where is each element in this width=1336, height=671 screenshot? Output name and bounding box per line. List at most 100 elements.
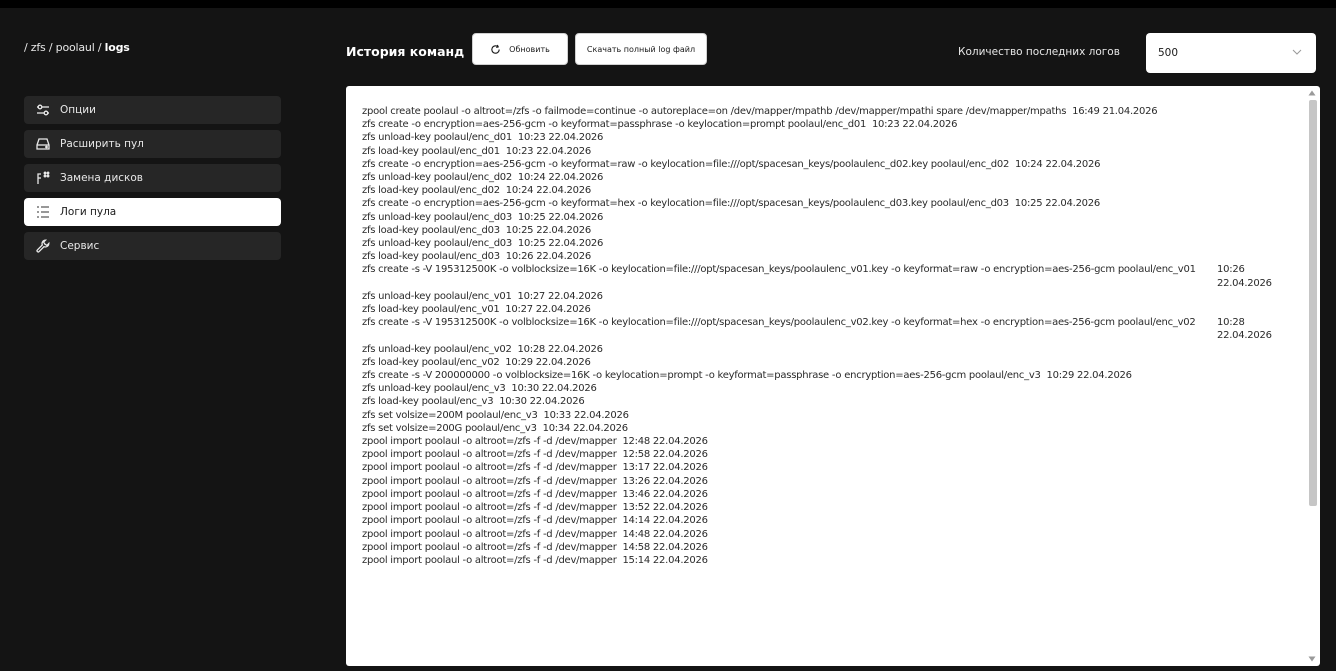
log-entry: zfs unload-key poolaul/enc_d03 10:25 22.… bbox=[362, 211, 1297, 224]
log-entry: zfs load-key poolaul/enc_v01 10:27 22.04… bbox=[362, 303, 1297, 316]
log-panel[interactable]: zpool create poolaul -o altroot=/zfs -o … bbox=[346, 86, 1320, 666]
log-entry: zfs load-key poolaul/enc_d02 10:24 22.04… bbox=[362, 184, 1297, 197]
log-entry-command: zpool import poolaul -o altroot=/zfs -f … bbox=[362, 436, 617, 448]
log-entry-command: zfs unload-key poolaul/enc_d02 bbox=[362, 172, 513, 184]
log-count-value: 500 bbox=[1158, 47, 1179, 59]
log-entry-command: zfs set volsize=200M poolaul/enc_v3 bbox=[362, 409, 538, 421]
log-entry-command: zpool import poolaul -o altroot=/zfs -f … bbox=[362, 541, 617, 553]
log-entry-timestamp: 13:26 22.04.2026 bbox=[622, 475, 708, 487]
breadcrumb-path[interactable]: / zfs / poolaul / bbox=[24, 41, 105, 54]
app-window: / zfs / poolaul / logs Опции Расширить п… bbox=[0, 8, 1336, 671]
sidebar-item-label: Замена дисков bbox=[60, 172, 143, 184]
log-entry-command: zfs create -s -V 200000000 -o volblocksi… bbox=[362, 370, 1041, 382]
log-count-select[interactable]: 500 bbox=[1146, 33, 1316, 73]
swap-disk-icon bbox=[34, 170, 52, 186]
log-entry-command: zpool import poolaul -o altroot=/zfs -f … bbox=[362, 462, 617, 474]
log-entry-timestamp: 10:34 22.04.2026 bbox=[542, 422, 629, 434]
log-entry-timestamp: 10:25 22.04.2026 bbox=[517, 238, 604, 250]
log-entry-command: zpool create poolaul -o altroot=/zfs -o … bbox=[362, 106, 1067, 117]
log-entry-timestamp: 14:58 22.04.2026 bbox=[622, 541, 708, 553]
scroll-down-icon[interactable] bbox=[1308, 656, 1316, 662]
log-entry-timestamp: 10:28 22.04.2026 bbox=[1217, 317, 1272, 342]
scrollbar[interactable] bbox=[1306, 86, 1318, 666]
log-entry: zfs unload-key poolaul/enc_d03 10:25 22.… bbox=[362, 237, 1297, 250]
log-entry: zpool create poolaul -o altroot=/zfs -o … bbox=[362, 105, 1297, 118]
log-count-label: Количество последних логов bbox=[958, 46, 1120, 58]
log-entry: zpool import poolaul -o altroot=/zfs -f … bbox=[362, 528, 1297, 541]
log-entry-timestamp: 10:33 22.04.2026 bbox=[543, 409, 629, 421]
log-entry: zfs create -s -V 200000000 -o volblocksi… bbox=[362, 369, 1297, 382]
log-entry-command: zfs unload-key poolaul/enc_v01 bbox=[362, 290, 512, 302]
log-entry-command: zpool import poolaul -o altroot=/zfs -f … bbox=[362, 488, 617, 500]
log-entry: zfs load-key poolaul/enc_d03 10:26 22.04… bbox=[362, 250, 1297, 263]
log-list: zpool create poolaul -o altroot=/zfs -o … bbox=[362, 105, 1297, 567]
log-entry-timestamp: 10:23 22.04.2026 bbox=[505, 145, 592, 157]
log-entry-timestamp: 10:25 22.04.2026 bbox=[505, 224, 592, 236]
log-entry-timestamp: 14:48 22.04.2026 bbox=[622, 528, 708, 540]
sidebar-item-label: Логи пула bbox=[60, 206, 117, 218]
log-entry: zpool import poolaul -o altroot=/zfs -f … bbox=[362, 435, 1297, 448]
log-entry-timestamp: 10:28 22.04.2026 bbox=[517, 343, 603, 355]
log-entry-timestamp: 10:23 22.04.2026 bbox=[517, 132, 604, 144]
log-entry-timestamp: 13:46 22.04.2026 bbox=[622, 488, 708, 500]
log-entry: zfs unload-key poolaul/enc_v3 10:30 22.0… bbox=[362, 382, 1297, 395]
log-entry-timestamp: 13:52 22.04.2026 bbox=[622, 502, 708, 514]
log-entry-timestamp: 10:29 22.04.2026 bbox=[1046, 370, 1133, 382]
log-entry-timestamp: 10:23 22.04.2026 bbox=[871, 119, 958, 131]
log-entry: zpool import poolaul -o altroot=/zfs -f … bbox=[362, 514, 1297, 527]
log-entry-timestamp: 12:58 22.04.2026 bbox=[622, 449, 708, 461]
breadcrumb: / zfs / poolaul / logs bbox=[24, 41, 130, 54]
breadcrumb-current: logs bbox=[104, 41, 130, 54]
wrench-icon bbox=[34, 238, 52, 254]
log-entry: zfs create -o encryption=aes-256-gcm -o … bbox=[362, 197, 1297, 210]
sidebar-item-label: Сервис bbox=[60, 240, 100, 252]
log-entry-command: zfs unload-key poolaul/enc_d03 bbox=[362, 238, 513, 250]
drive-icon bbox=[34, 136, 52, 152]
log-entry-command: zfs create -o encryption=aes-256-gcm -o … bbox=[362, 198, 1009, 210]
log-entry: zfs load-key poolaul/enc_d03 10:25 22.04… bbox=[362, 224, 1297, 237]
sliders-icon bbox=[34, 102, 52, 118]
log-entry-timestamp: 10:25 22.04.2026 bbox=[517, 211, 604, 223]
log-entry: zfs set volsize=200M poolaul/enc_v3 10:3… bbox=[362, 409, 1297, 422]
log-entry-command: zfs unload-key poolaul/enc_d03 bbox=[362, 211, 513, 223]
log-entry: zfs load-key poolaul/enc_v3 10:30 22.04.… bbox=[362, 395, 1297, 408]
log-entry-timestamp: 10:30 22.04.2026 bbox=[511, 383, 597, 395]
log-entry-command: zfs unload-key poolaul/enc_v02 bbox=[362, 343, 512, 355]
sidebar-nav: Опции Расширить пул Замена дисков Логи п… bbox=[24, 96, 281, 266]
sidebar-item-expand-pool[interactable]: Расширить пул bbox=[24, 130, 281, 158]
refresh-button[interactable]: Обновить bbox=[472, 33, 568, 65]
log-entry: zfs create -o encryption=aes-256-gcm -o … bbox=[362, 158, 1297, 171]
sidebar-item-replace-disks[interactable]: Замена дисков bbox=[24, 164, 281, 192]
log-entry: zpool import poolaul -o altroot=/zfs -f … bbox=[362, 541, 1297, 554]
log-entry-timestamp: 14:14 22.04.2026 bbox=[622, 515, 708, 527]
log-entry-timestamp: 13:17 22.04.2026 bbox=[622, 462, 708, 474]
log-entry: zfs load-key poolaul/enc_v02 10:29 22.04… bbox=[362, 356, 1297, 369]
log-entry: zpool import poolaul -o altroot=/zfs -f … bbox=[362, 475, 1297, 488]
download-log-button[interactable]: Скачать полный log файл bbox=[575, 33, 707, 65]
log-entry-command: zfs load-key poolaul/enc_v02 bbox=[362, 356, 500, 368]
log-entry-command: zfs unload-key poolaul/enc_v3 bbox=[362, 383, 506, 395]
log-entry-command: zfs load-key poolaul/enc_v01 bbox=[362, 304, 500, 316]
sidebar-item-options[interactable]: Опции bbox=[24, 96, 281, 124]
log-entry-command: zpool import poolaul -o altroot=/zfs -f … bbox=[362, 502, 617, 514]
scrollbar-thumb[interactable] bbox=[1309, 100, 1317, 506]
log-entry-command: zfs create -o encryption=aes-256-gcm -o … bbox=[362, 158, 1010, 170]
log-entry: zpool import poolaul -o altroot=/zfs -f … bbox=[362, 501, 1297, 514]
download-log-button-label: Скачать полный log файл bbox=[586, 44, 696, 54]
log-entry-command: zfs create -s -V 195312500K -o volblocks… bbox=[362, 264, 1196, 276]
log-entry-timestamp: 12:48 22.04.2026 bbox=[622, 436, 708, 448]
sidebar-item-pool-logs[interactable]: Логи пула bbox=[24, 198, 281, 226]
log-entry-command: zfs load-key poolaul/enc_d03 bbox=[362, 251, 500, 263]
log-entry-timestamp: 10:24 22.04.2026 bbox=[505, 185, 592, 197]
log-entry-command: zpool import poolaul -o altroot=/zfs -f … bbox=[362, 449, 617, 461]
log-entry: zfs create -o encryption=aes-256-gcm -o … bbox=[362, 118, 1297, 131]
log-entry-timestamp: 15:14 22.04.2026 bbox=[622, 554, 708, 566]
log-entry-command: zpool import poolaul -o altroot=/zfs -f … bbox=[362, 554, 617, 566]
log-entry-command: zfs load-key poolaul/enc_v3 bbox=[362, 396, 494, 408]
log-entry-timestamp: 10:25 22.04.2026 bbox=[1014, 198, 1101, 210]
sidebar-item-label: Расширить пул bbox=[60, 138, 144, 150]
sidebar-item-service[interactable]: Сервис bbox=[24, 232, 281, 260]
scroll-up-icon[interactable] bbox=[1308, 90, 1316, 96]
log-entry: zfs unload-key poolaul/enc_v01 10:27 22.… bbox=[362, 290, 1297, 303]
log-entry-timestamp: 10:29 22.04.2026 bbox=[505, 356, 591, 368]
